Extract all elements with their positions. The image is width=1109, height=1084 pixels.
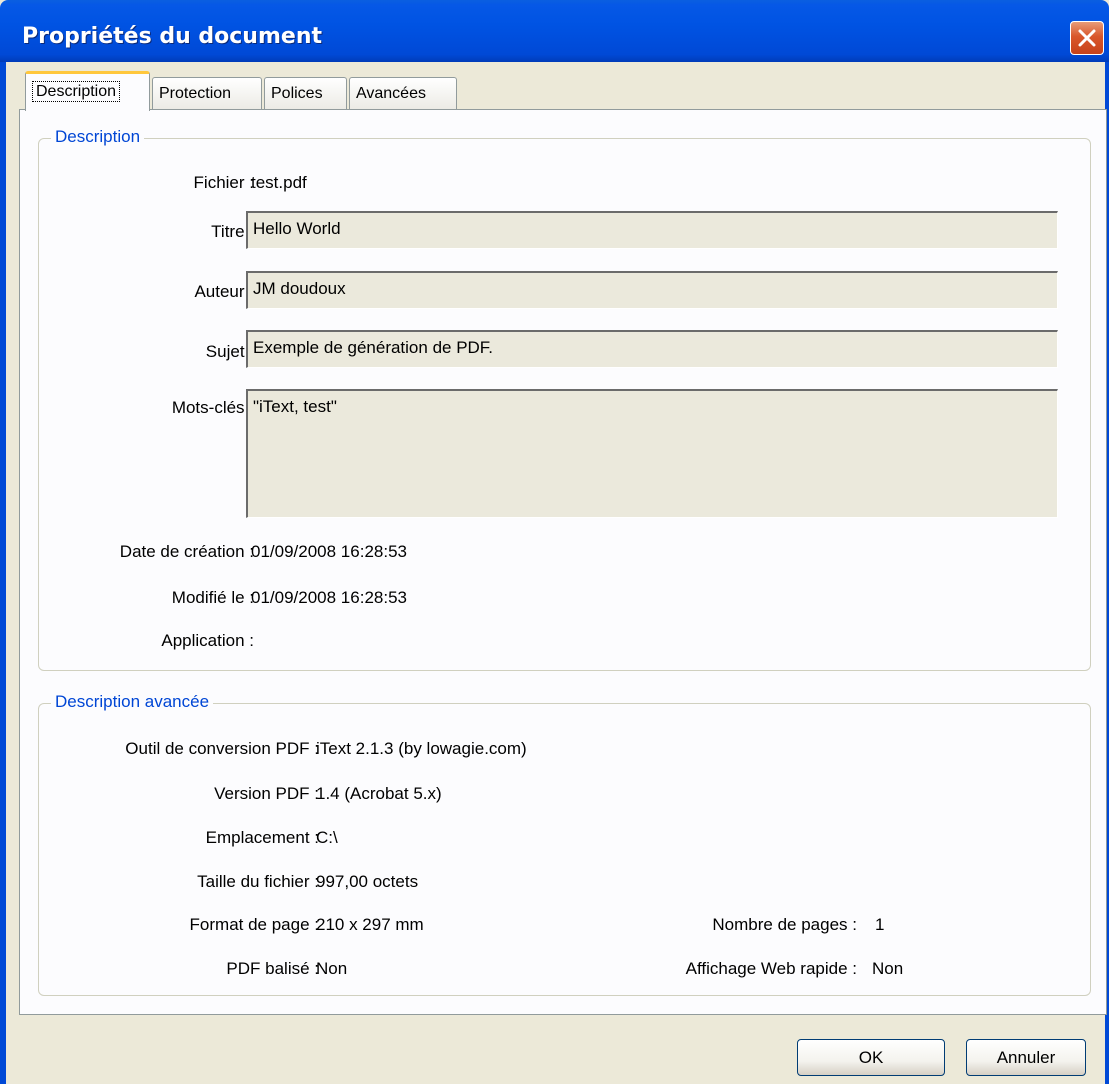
outil-label: Outil de conversion PDF : <box>125 739 319 758</box>
balise-value: Non <box>316 959 348 978</box>
web-label: Affichage Web rapide : <box>685 959 857 978</box>
window-frame-left <box>0 62 6 1084</box>
emplacement-label: Emplacement : <box>205 828 319 847</box>
date-creation-value: 01/09/2008 16:28:53 <box>251 542 407 561</box>
title-bar[interactable]: Propriétés du document <box>0 0 1109 62</box>
advanced-group-title: Description avancée <box>51 692 214 712</box>
date-creation-label: Date de création : <box>119 542 254 561</box>
fichier-value: test.pdf <box>251 173 307 192</box>
sujet-field[interactable]: Exemple de génération de PDF. <box>246 330 1058 368</box>
format-label: Format de page : <box>189 915 319 934</box>
window-title: Propriétés du document <box>22 24 322 49</box>
modifie-label: Modifié le : <box>171 588 254 607</box>
tab-label: Protection <box>159 85 232 102</box>
cancel-button[interactable]: Annuler <box>966 1039 1086 1076</box>
format-value: 210 x 297 mm <box>316 915 424 934</box>
taille-label: Taille du fichier : <box>197 872 319 891</box>
tab-panel: Description Fichier : test.pdf Titre : H… <box>19 109 1107 1015</box>
mots-cles-field[interactable]: "iText, test" <box>246 389 1058 518</box>
version-value: 1.4 (Acrobat 5.x) <box>316 784 442 803</box>
balise-label: PDF balisé : <box>226 959 319 978</box>
outil-value: iText 2.1.3 (by lowagie.com) <box>316 739 527 758</box>
tab-description[interactable]: Description <box>25 71 150 111</box>
tab-protection[interactable]: Protection <box>152 77 262 109</box>
mots-cles-label: Mots-clés : <box>171 398 254 417</box>
version-label: Version PDF : <box>214 784 319 803</box>
emplacement-value: C:\ <box>316 828 338 847</box>
nb-pages-value: 1 <box>875 915 885 934</box>
nb-pages-label: Nombre de pages : <box>712 915 857 934</box>
auteur-field[interactable]: JM doudoux <box>246 271 1058 309</box>
titre-field[interactable]: Hello World <box>246 211 1058 249</box>
taille-value: 997,00 octets <box>316 872 419 891</box>
tab-label: Polices <box>271 85 323 102</box>
web-value: Non <box>872 959 904 978</box>
fichier-label: Fichier : <box>193 173 254 192</box>
close-icon <box>1078 29 1096 47</box>
close-button[interactable] <box>1070 21 1104 55</box>
tab-label: Avancées <box>356 85 426 102</box>
modifie-value: 01/09/2008 16:28:53 <box>251 588 407 607</box>
description-group-title: Description <box>51 127 145 147</box>
tab-label: Description <box>32 81 121 102</box>
ok-button[interactable]: OK <box>797 1039 945 1076</box>
tab-avancees[interactable]: Avancées <box>349 77 457 109</box>
tab-polices[interactable]: Polices <box>264 77 347 109</box>
application-label: Application : <box>161 631 254 650</box>
